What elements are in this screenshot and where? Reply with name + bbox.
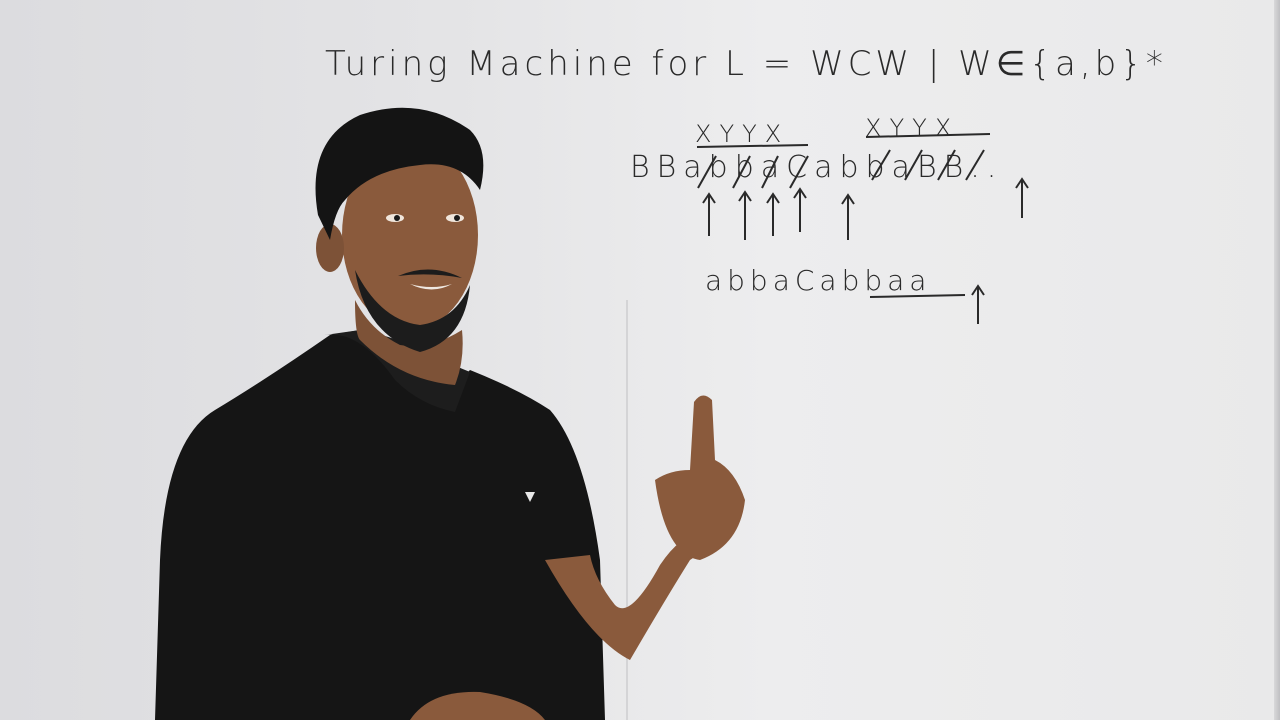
- pointing-hand: [655, 395, 745, 560]
- presenter: [155, 107, 745, 720]
- black-polo-shirt: [155, 330, 605, 720]
